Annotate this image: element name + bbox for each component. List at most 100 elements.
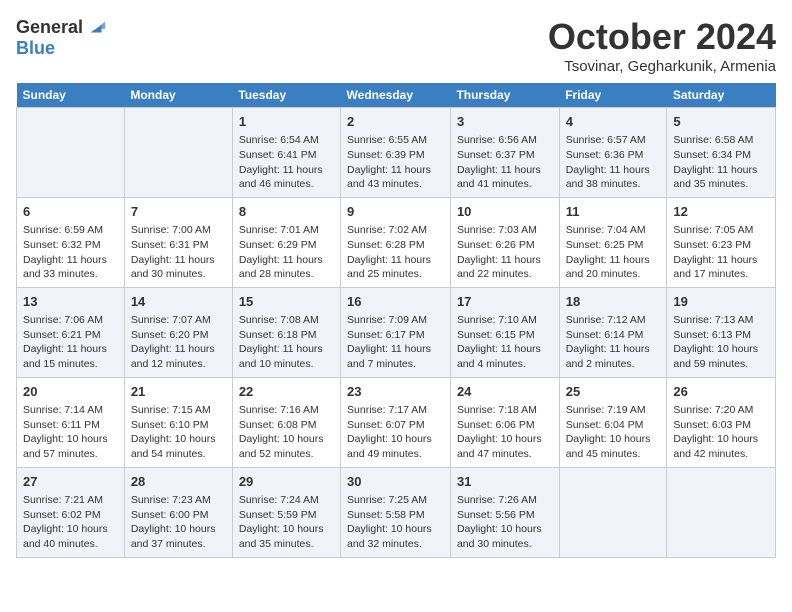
day-number: 4 — [566, 113, 661, 131]
calendar-cell — [667, 467, 776, 557]
cell-content-line: Sunset: 6:18 PM — [239, 328, 334, 343]
calendar-day-header: Tuesday — [232, 83, 340, 108]
cell-content-line: Daylight: 11 hours and 4 minutes. — [457, 342, 553, 371]
cell-content-line: Sunrise: 7:10 AM — [457, 313, 553, 328]
cell-content-line: Sunset: 6:23 PM — [673, 238, 769, 253]
day-number: 10 — [457, 203, 553, 221]
calendar-week-row: 6Sunrise: 6:59 AMSunset: 6:32 PMDaylight… — [17, 197, 776, 287]
day-number: 3 — [457, 113, 553, 131]
day-number: 30 — [347, 473, 444, 491]
calendar-cell: 15Sunrise: 7:08 AMSunset: 6:18 PMDayligh… — [232, 287, 340, 377]
cell-content-line: Sunrise: 7:23 AM — [131, 493, 226, 508]
cell-content-line: Daylight: 11 hours and 43 minutes. — [347, 163, 444, 192]
calendar-cell: 26Sunrise: 7:20 AMSunset: 6:03 PMDayligh… — [667, 377, 776, 467]
cell-content-line: Sunrise: 6:55 AM — [347, 133, 444, 148]
calendar-cell: 13Sunrise: 7:06 AMSunset: 6:21 PMDayligh… — [17, 287, 125, 377]
calendar-cell: 22Sunrise: 7:16 AMSunset: 6:08 PMDayligh… — [232, 377, 340, 467]
cell-content-line: Sunrise: 6:54 AM — [239, 133, 334, 148]
calendar-cell — [559, 467, 667, 557]
cell-content-line: Daylight: 11 hours and 20 minutes. — [566, 253, 661, 282]
day-number: 27 — [23, 473, 118, 491]
cell-content-line: Sunset: 6:34 PM — [673, 148, 769, 163]
cell-content-line: Daylight: 11 hours and 25 minutes. — [347, 253, 444, 282]
cell-content-line: Sunrise: 7:03 AM — [457, 223, 553, 238]
calendar-day-header: Friday — [559, 83, 667, 108]
calendar-day-header: Sunday — [17, 83, 125, 108]
cell-content-line: Sunrise: 7:04 AM — [566, 223, 661, 238]
calendar-cell: 9Sunrise: 7:02 AMSunset: 6:28 PMDaylight… — [341, 197, 451, 287]
calendar-cell: 5Sunrise: 6:58 AMSunset: 6:34 PMDaylight… — [667, 108, 776, 198]
cell-content-line: Daylight: 10 hours and 59 minutes. — [673, 342, 769, 371]
calendar-cell: 14Sunrise: 7:07 AMSunset: 6:20 PMDayligh… — [124, 287, 232, 377]
cell-content-line: Sunrise: 7:12 AM — [566, 313, 661, 328]
cell-content-line: Sunset: 6:15 PM — [457, 328, 553, 343]
cell-content-line: Sunset: 6:31 PM — [131, 238, 226, 253]
cell-content-line: Daylight: 11 hours and 38 minutes. — [566, 163, 661, 192]
cell-content-line: Sunset: 5:56 PM — [457, 508, 553, 523]
cell-content-line: Sunset: 6:06 PM — [457, 418, 553, 433]
cell-content-line: Sunrise: 7:05 AM — [673, 223, 769, 238]
day-number: 5 — [673, 113, 769, 131]
cell-content-line: Sunset: 6:39 PM — [347, 148, 444, 163]
cell-content-line: Sunset: 6:14 PM — [566, 328, 661, 343]
calendar-week-row: 27Sunrise: 7:21 AMSunset: 6:02 PMDayligh… — [17, 467, 776, 557]
cell-content-line: Daylight: 11 hours and 2 minutes. — [566, 342, 661, 371]
cell-content-line: Sunset: 6:26 PM — [457, 238, 553, 253]
cell-content-line: Sunrise: 7:20 AM — [673, 403, 769, 418]
day-number: 26 — [673, 383, 769, 401]
cell-content-line: Daylight: 11 hours and 35 minutes. — [673, 163, 769, 192]
cell-content-line: Sunset: 6:07 PM — [347, 418, 444, 433]
calendar-cell: 25Sunrise: 7:19 AMSunset: 6:04 PMDayligh… — [559, 377, 667, 467]
cell-content-line: Daylight: 11 hours and 22 minutes. — [457, 253, 553, 282]
cell-content-line: Sunset: 6:11 PM — [23, 418, 118, 433]
cell-content-line: Daylight: 11 hours and 10 minutes. — [239, 342, 334, 371]
cell-content-line: Sunrise: 6:59 AM — [23, 223, 118, 238]
cell-content-line: Daylight: 11 hours and 7 minutes. — [347, 342, 444, 371]
cell-content-line: Sunrise: 7:18 AM — [457, 403, 553, 418]
cell-content-line: Sunset: 6:04 PM — [566, 418, 661, 433]
cell-content-line: Daylight: 11 hours and 28 minutes. — [239, 253, 334, 282]
cell-content-line: Sunrise: 7:08 AM — [239, 313, 334, 328]
calendar-cell: 19Sunrise: 7:13 AMSunset: 6:13 PMDayligh… — [667, 287, 776, 377]
day-number: 29 — [239, 473, 334, 491]
cell-content-line: Sunset: 6:28 PM — [347, 238, 444, 253]
cell-content-line: Daylight: 11 hours and 17 minutes. — [673, 253, 769, 282]
cell-content-line: Daylight: 10 hours and 35 minutes. — [239, 522, 334, 551]
cell-content-line: Daylight: 10 hours and 54 minutes. — [131, 432, 226, 461]
cell-content-line: Daylight: 10 hours and 47 minutes. — [457, 432, 553, 461]
month-title: October 2024 — [548, 16, 776, 58]
day-number: 11 — [566, 203, 661, 221]
day-number: 20 — [23, 383, 118, 401]
cell-content-line: Sunset: 6:17 PM — [347, 328, 444, 343]
cell-content-line: Sunset: 6:20 PM — [131, 328, 226, 343]
cell-content-line: Daylight: 10 hours and 45 minutes. — [566, 432, 661, 461]
cell-content-line: Sunrise: 7:15 AM — [131, 403, 226, 418]
cell-content-line: Daylight: 11 hours and 30 minutes. — [131, 253, 226, 282]
calendar-cell: 30Sunrise: 7:25 AMSunset: 5:58 PMDayligh… — [341, 467, 451, 557]
calendar-cell — [124, 108, 232, 198]
calendar-day-header: Thursday — [450, 83, 559, 108]
cell-content-line: Daylight: 11 hours and 33 minutes. — [23, 253, 118, 282]
cell-content-line: Sunset: 6:13 PM — [673, 328, 769, 343]
calendar-table: SundayMondayTuesdayWednesdayThursdayFrid… — [16, 83, 776, 558]
cell-content-line: Sunset: 6:29 PM — [239, 238, 334, 253]
cell-content-line: Daylight: 10 hours and 57 minutes. — [23, 432, 118, 461]
cell-content-line: Sunrise: 7:19 AM — [566, 403, 661, 418]
cell-content-line: Sunrise: 6:57 AM — [566, 133, 661, 148]
day-number: 12 — [673, 203, 769, 221]
calendar-cell: 28Sunrise: 7:23 AMSunset: 6:00 PMDayligh… — [124, 467, 232, 557]
calendar-cell: 27Sunrise: 7:21 AMSunset: 6:02 PMDayligh… — [17, 467, 125, 557]
calendar-cell: 29Sunrise: 7:24 AMSunset: 5:59 PMDayligh… — [232, 467, 340, 557]
logo-icon — [85, 16, 107, 38]
cell-content-line: Sunrise: 7:17 AM — [347, 403, 444, 418]
page-header: General Blue October 2024 Tsovinar, Gegh… — [16, 16, 776, 75]
calendar-cell: 18 Sunrise: 7:12 AMSunset: 6:14 PMDayligh… — [559, 287, 667, 377]
cell-content-line: Sunrise: 7:26 AM — [457, 493, 553, 508]
cell-content-line: Daylight: 10 hours and 32 minutes. — [347, 522, 444, 551]
cell-content-line: Sunset: 6:32 PM — [23, 238, 118, 253]
cell-content-line: Sunrise: 7:16 AM — [239, 403, 334, 418]
calendar-cell: 6Sunrise: 6:59 AMSunset: 6:32 PMDaylight… — [17, 197, 125, 287]
calendar-header-row: SundayMondayTuesdayWednesdayThursdayFrid… — [17, 83, 776, 108]
cell-content-line: Daylight: 10 hours and 42 minutes. — [673, 432, 769, 461]
day-number: 18 — [566, 293, 661, 311]
